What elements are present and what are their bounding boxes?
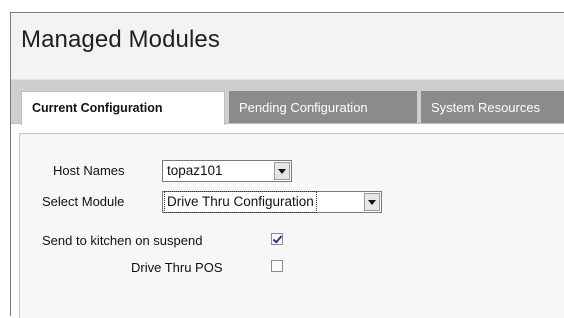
chevron-down-icon[interactable]	[364, 193, 380, 211]
host-names-value: topaz101	[167, 163, 223, 178]
send-to-kitchen-label: Send to kitchen on suspend	[42, 233, 203, 248]
managed-modules-window: Managed Modules Current Configuration Pe…	[10, 12, 564, 318]
tab-current-configuration[interactable]: Current Configuration	[21, 91, 225, 125]
chevron-down-icon[interactable]	[274, 162, 290, 180]
drive-thru-pos-label: Drive Thru POS	[131, 260, 223, 275]
tab-system-resources[interactable]: System Resources	[421, 91, 564, 124]
tab-bar: Current Configuration Pending Configurat…	[11, 79, 564, 125]
select-module-label: Select Module	[42, 194, 125, 209]
configuration-form: Host Names topaz101 Select Module Drive …	[19, 133, 564, 318]
host-names-select[interactable]: topaz101	[162, 160, 292, 182]
tab-panel: Host Names topaz101 Select Module Drive …	[11, 123, 564, 318]
drive-thru-pos-checkbox[interactable]	[271, 260, 283, 272]
send-to-kitchen-checkbox[interactable]	[271, 233, 283, 245]
tab-pending-configuration[interactable]: Pending Configuration	[229, 91, 417, 124]
host-names-label: Host Names	[53, 163, 125, 178]
select-module-select[interactable]: Drive Thru Configuration	[162, 191, 382, 213]
select-module-value: Drive Thru Configuration	[164, 191, 317, 213]
page-title: Managed Modules	[21, 26, 220, 53]
